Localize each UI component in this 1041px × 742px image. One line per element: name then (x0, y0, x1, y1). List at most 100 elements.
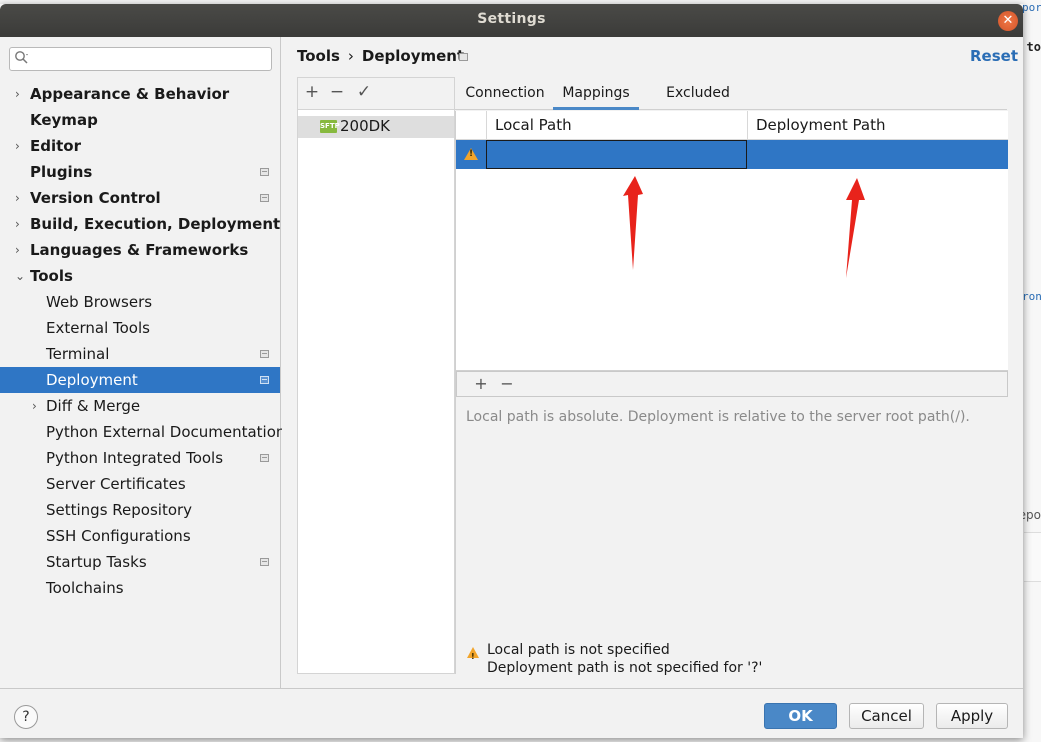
sidebar-item[interactable]: › Languages & Frameworks (0, 237, 280, 263)
server-toolbar: + − ✓ (298, 78, 454, 110)
sidebar-item[interactable]: › Build, Execution, Deployment (0, 211, 280, 237)
sidebar-item[interactable]: › Editor (0, 133, 280, 159)
sidebar-item[interactable]: › Appearance & Behavior (0, 81, 280, 107)
tab-excluded-paths[interactable]: Excluded Paths (645, 77, 751, 133)
sidebar-item[interactable]: Python Integrated Tools (0, 445, 280, 471)
sidebar-item-label: Python External Documentation (46, 423, 286, 441)
remove-server-button[interactable]: − (327, 82, 347, 102)
sidebar-item[interactable]: Web Browsers (0, 289, 280, 315)
tab-connection[interactable]: Connection (461, 77, 549, 110)
sidebar-item[interactable]: › Version Control (0, 185, 280, 211)
chevron-right-icon[interactable]: › (32, 393, 37, 419)
add-mapping-button[interactable]: + (471, 374, 491, 393)
sidebar-item[interactable]: Settings Repository (0, 497, 280, 523)
sidebar-item[interactable]: › Diff & Merge (0, 393, 280, 419)
warning-icon (464, 148, 478, 160)
row-status-cell (456, 140, 486, 169)
search-input[interactable] (36, 50, 266, 68)
sidebar-item[interactable]: Server Certificates (0, 471, 280, 497)
sidebar-item-label: SSH Configurations (46, 527, 191, 545)
background-snippet: por (1022, 1, 1041, 14)
sidebar-item[interactable]: Startup Tasks (0, 549, 280, 575)
sidebar-item-label: Server Certificates (46, 475, 186, 493)
sidebar-item[interactable]: Terminal (0, 341, 280, 367)
sidebar-item-label: External Tools (46, 319, 150, 337)
sidebar-item-label: Editor (30, 137, 81, 155)
dialog-title: Settings (477, 11, 546, 27)
project-scope-icon (260, 194, 269, 202)
mappings-table: Local Path Deployment Path (456, 111, 1008, 371)
sidebar-item-label: Keymap (30, 111, 98, 129)
tab-mappings[interactable]: Mappings (553, 77, 639, 110)
chevron-right-icon[interactable]: › (15, 133, 20, 159)
error-message: Deployment path is not specified for '?' (487, 660, 763, 676)
sidebar-item[interactable]: ⌄ Tools (0, 263, 280, 289)
sidebar-item-label: Startup Tasks (46, 553, 147, 571)
local-path-input[interactable] (486, 140, 747, 169)
deployment-tabs: Connection Mappings Excluded Paths (455, 77, 1007, 133)
background-panel (1024, 532, 1041, 582)
sftp-icon: SFTP (320, 120, 340, 133)
help-button[interactable]: ? (14, 705, 38, 729)
warning-icon (467, 647, 479, 666)
sidebar-item-label: Version Control (30, 189, 161, 207)
chevron-down-icon[interactable]: ⌄ (15, 263, 25, 289)
sidebar-item-label: Terminal (46, 345, 110, 363)
close-button[interactable]: ✕ (998, 11, 1018, 31)
ok-button[interactable]: OK (764, 703, 837, 729)
chevron-right-icon[interactable]: › (15, 237, 20, 263)
sidebar-item-label: Deployment (46, 371, 138, 389)
dialog-footer: ? OK Cancel Apply (0, 688, 1023, 738)
sidebar-item[interactable]: SSH Configurations (0, 523, 280, 549)
deployment-settings: Tools › Deployment Reset + − ✓ SFTP 200DK … (282, 37, 1023, 688)
sidebar-item-label: Python Integrated Tools (46, 449, 224, 467)
path-hint: Local path is absolute. Deployment is re… (466, 409, 970, 425)
sidebar-item-label: Diff & Merge (46, 397, 141, 415)
sidebar-item[interactable]: Deployment (0, 367, 280, 393)
project-scope-icon (260, 558, 269, 566)
deployment-path-cell[interactable] (747, 140, 1008, 169)
sidebar-item[interactable]: Python External Documentation (0, 419, 285, 445)
chevron-right-icon[interactable]: › (15, 185, 20, 211)
add-server-button[interactable]: + (302, 82, 322, 102)
breadcrumb-item: Deployment (361, 47, 465, 65)
sidebar-item[interactable]: Toolchains (0, 575, 280, 601)
sidebar-item-label: Toolchains (46, 579, 124, 597)
settings-dialog: Settings ✕ › Appearance & Behavior Keymap ›… (0, 4, 1023, 738)
table-row[interactable] (456, 140, 1008, 169)
use-as-default-button[interactable]: ✓ (354, 82, 374, 102)
reset-link[interactable]: Reset (970, 47, 1018, 65)
chevron-right-icon[interactable]: › (15, 81, 20, 107)
project-scope-icon (260, 350, 269, 358)
background-snippet: ron (1022, 290, 1041, 303)
apply-button[interactable]: Apply (936, 703, 1008, 729)
remove-mapping-button[interactable]: − (497, 374, 517, 393)
sidebar-item-label: Build, Execution, Deployment (30, 215, 281, 233)
breadcrumb-separator: › (347, 47, 354, 65)
server-list-item[interactable]: SFTP 200DK (298, 116, 454, 138)
mapping-toolbar: + − (456, 371, 1008, 397)
search-icon (14, 50, 30, 70)
sidebar-item-label: Tools (30, 267, 73, 285)
table-header-local-path[interactable]: Local Path (486, 111, 747, 140)
cancel-button[interactable]: Cancel (849, 703, 924, 729)
validation-errors: Local path is not specified Deployment p… (466, 641, 762, 677)
table-header-status (456, 111, 486, 140)
sidebar-item-label: Languages & Frameworks (30, 241, 249, 259)
close-icon: ✕ (1002, 13, 1014, 28)
project-scope-icon (260, 376, 269, 384)
chevron-right-icon[interactable]: › (15, 211, 20, 237)
sidebar-item[interactable]: Plugins (0, 159, 280, 185)
sidebar-item-label: Settings Repository (46, 501, 193, 519)
title-bar[interactable]: Settings ✕ (0, 4, 1023, 37)
sidebar-item-label: Plugins (30, 163, 93, 181)
background-text: to (1026, 40, 1041, 54)
sidebar-item[interactable]: External Tools (0, 315, 280, 341)
settings-sidebar: › Appearance & Behavior Keymap › Editor Plugi… (0, 37, 285, 688)
search-box[interactable] (9, 47, 272, 71)
breadcrumb-item: Tools (297, 47, 340, 65)
server-list-panel: + − ✓ SFTP 200DK (297, 77, 455, 674)
error-message: Local path is not specified (487, 642, 670, 658)
sidebar-item[interactable]: Keymap (0, 107, 280, 133)
table-header-deployment-path[interactable]: Deployment Path (747, 111, 1008, 140)
